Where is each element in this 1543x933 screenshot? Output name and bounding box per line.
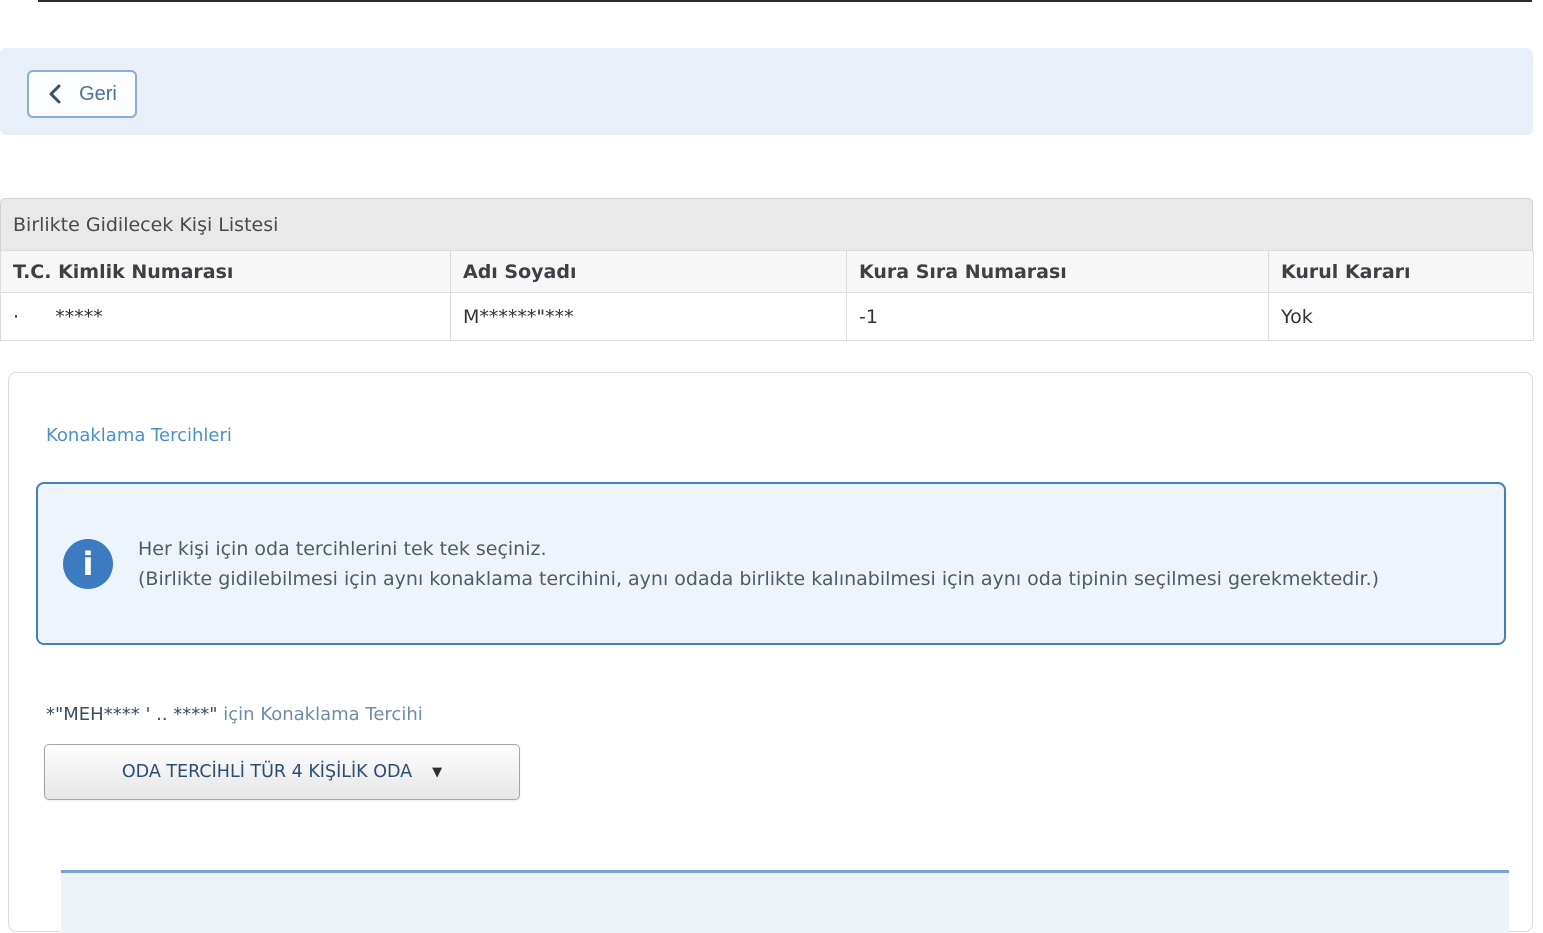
- back-toolbar: Geri: [0, 48, 1533, 135]
- next-section-panel: [61, 873, 1509, 933]
- caret-down-icon: ▼: [432, 766, 442, 779]
- column-header-kura-sira: Kura Sıra Numarası: [847, 251, 1269, 293]
- accommodation-card: Konaklama Tercihleri i Her kişi için oda…: [8, 372, 1533, 932]
- back-button-label: Geri: [79, 83, 117, 106]
- column-header-tc-kimlik: T.C. Kimlik Numarası: [1, 251, 451, 293]
- companion-table: T.C. Kimlik Numarası Adı Soyadı Kura Sır…: [0, 250, 1534, 341]
- accommodation-select[interactable]: ODA TERCİHLİ TÜR 4 KİŞİLİK ODA ▼: [44, 744, 520, 800]
- column-header-kurul-karari: Kurul Kararı: [1269, 251, 1534, 293]
- companion-table-header-row: T.C. Kimlik Numarası Adı Soyadı Kura Sır…: [1, 251, 1534, 293]
- preference-label: *"MEH**** ' .. ****" için Konaklama Terc…: [46, 704, 423, 725]
- accommodation-select-value: ODA TERCİHLİ TÜR 4 KİŞİLİK ODA: [122, 762, 412, 782]
- back-button[interactable]: Geri: [27, 70, 137, 118]
- preference-person-name: *"MEH**** ' .. ****": [46, 704, 218, 725]
- chevron-left-icon: [47, 82, 63, 106]
- column-header-adi-soyadi: Adı Soyadı: [451, 251, 847, 293]
- cell-adi-soyadi: M******"***: [451, 293, 847, 341]
- preference-label-suffix: için Konaklama Tercihi: [218, 704, 423, 725]
- info-box: i Her kişi için oda tercihlerini tek tek…: [36, 482, 1506, 645]
- info-icon: i: [63, 539, 113, 589]
- cell-kura-sira: -1: [847, 293, 1269, 341]
- info-text-line1: Her kişi için oda tercihlerini tek tek s…: [138, 534, 1379, 564]
- top-divider: [38, 0, 1532, 2]
- table-row: · ***** M******"*** -1 Yok: [1, 293, 1534, 341]
- info-text-line2: (Birlikte gidilebilmesi için aynı konakl…: [138, 564, 1379, 594]
- accommodation-section-title: Konaklama Tercihleri: [46, 425, 232, 446]
- companion-list-title: Birlikte Gidilecek Kişi Listesi: [0, 198, 1533, 250]
- cell-tc-kimlik: · *****: [1, 293, 451, 341]
- cell-kurul-karari: Yok: [1269, 293, 1534, 341]
- info-text: Her kişi için oda tercihlerini tek tek s…: [138, 534, 1379, 594]
- companion-list-section: Birlikte Gidilecek Kişi Listesi T.C. Kim…: [0, 198, 1533, 341]
